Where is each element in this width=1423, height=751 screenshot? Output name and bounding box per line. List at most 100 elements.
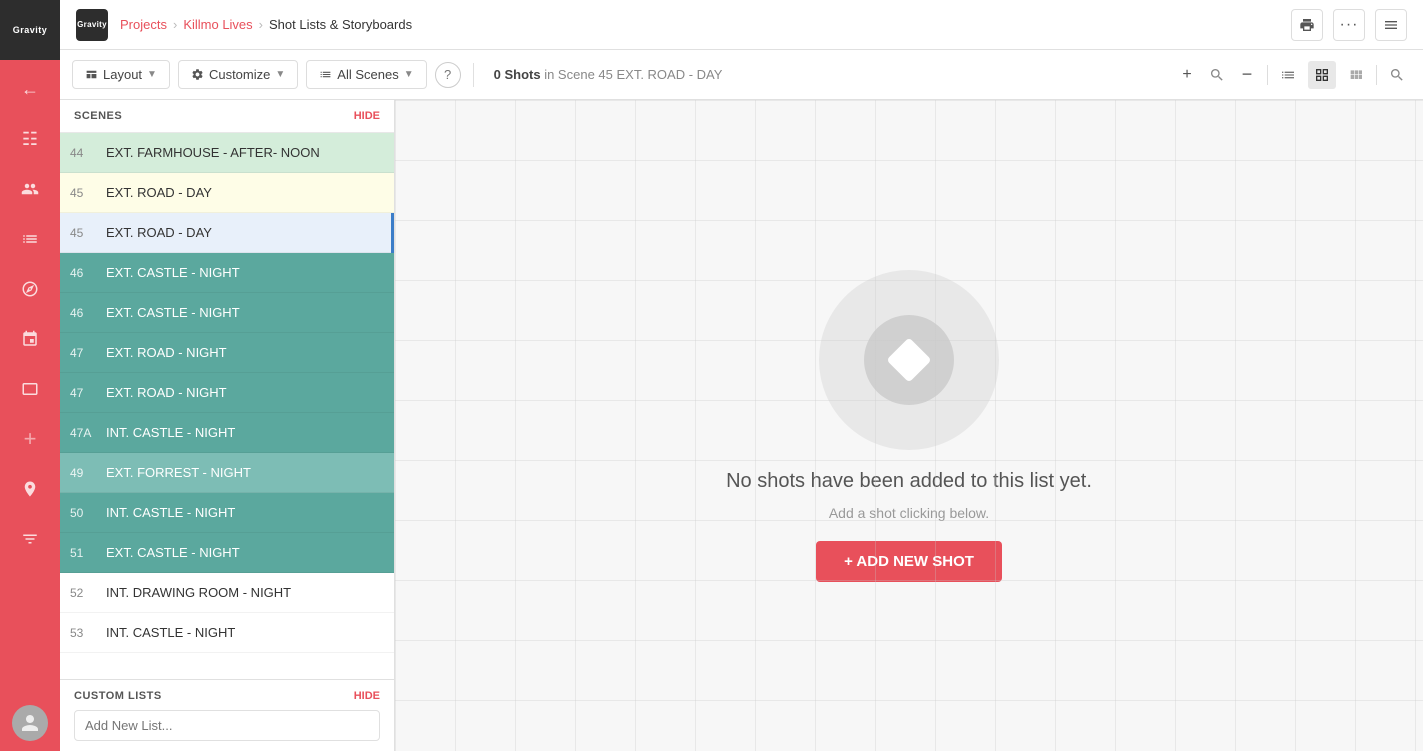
scenes-header: SCENES HIDE	[60, 100, 394, 133]
all-scenes-chevron: ▼	[404, 69, 414, 80]
scene-number: 45	[70, 186, 106, 200]
nav-users-icon[interactable]	[0, 164, 60, 214]
scene-item-wrapper: 47AINT. CASTLE - NIGHT	[60, 413, 394, 453]
nav-storyboard-icon[interactable]: ☷	[0, 114, 60, 164]
scene-list-item[interactable]: 47EXT. ROAD - NIGHT	[60, 333, 394, 373]
scene-number: 46	[70, 306, 106, 320]
toolbar-right-icons: + −	[1173, 61, 1411, 89]
scene-number: 49	[70, 466, 106, 480]
header-right: ···	[1291, 9, 1407, 41]
scenes-sidebar: SCENES HIDE 44EXT. FARMHOUSE - AFTER- NO…	[60, 100, 395, 751]
scene-number: 45	[70, 226, 106, 240]
breadcrumb-projects[interactable]: Projects	[120, 17, 167, 32]
custom-lists-header: CUSTOM LISTS HIDE	[74, 690, 380, 702]
scenes-title: SCENES	[74, 110, 122, 122]
scene-list-item[interactable]: 51EXT. CASTLE - NIGHT	[60, 533, 394, 573]
scene-label: EXT. ROAD - NIGHT	[106, 345, 227, 360]
icon-sidebar: Gravity ← ☷ +	[0, 0, 60, 751]
user-avatar[interactable]	[12, 705, 48, 741]
menu-button[interactable]	[1375, 9, 1407, 41]
scene-number: 53	[70, 626, 106, 640]
scene-item-wrapper: 46EXT. CASTLE - NIGHT	[60, 293, 394, 333]
custom-lists-section: CUSTOM LISTS HIDE	[60, 679, 394, 751]
add-shot-button[interactable]: + ADD NEW SHOT	[816, 541, 1002, 582]
all-scenes-button[interactable]: All Scenes ▼	[306, 60, 426, 89]
help-button[interactable]: ?	[435, 62, 461, 88]
scenes-hide-button[interactable]: HIDE	[354, 110, 380, 122]
scene-list-item[interactable]: 44EXT. FARMHOUSE - AFTER- NOON	[60, 133, 394, 173]
empty-state-subtitle: Add a shot clicking below.	[829, 505, 989, 521]
zoom-in-button[interactable]: +	[1173, 61, 1201, 89]
empty-state-icon	[819, 270, 999, 450]
nav-calendar-icon[interactable]	[0, 314, 60, 364]
breadcrumb: Projects › Killmo Lives › Shot Lists & S…	[120, 17, 412, 32]
scene-item-wrapper: 53INT. CASTLE - NIGHT	[60, 613, 394, 653]
scene-list-item[interactable]: 45EXT. ROAD - DAY	[60, 173, 394, 213]
custom-lists-title: CUSTOM LISTS	[74, 690, 162, 702]
scene-label: EXT. ROAD - DAY	[106, 185, 212, 200]
breadcrumb-current: Shot Lists & Storyboards	[269, 17, 412, 32]
scene-label: EXT. FORREST - NIGHT	[106, 465, 251, 480]
nav-window-icon[interactable]	[0, 364, 60, 414]
app-logo[interactable]: Gravity	[0, 0, 60, 60]
header-logo: Gravity	[76, 9, 108, 41]
nav-location-icon[interactable]	[0, 464, 60, 514]
toolbar-bar: Layout ▼ Customize ▼ All Scenes ▼ ? 0 Sh…	[60, 50, 1423, 100]
empty-state-title: No shots have been added to this list ye…	[726, 470, 1092, 493]
shot-count-info: 0 Shots in Scene 45 EXT. ROAD - DAY	[494, 67, 723, 82]
layout-chevron: ▼	[147, 69, 157, 80]
scene-label: EXT. ROAD - DAY	[106, 225, 212, 240]
scene-number: 46	[70, 266, 106, 280]
scene-label: EXT. CASTLE - NIGHT	[106, 305, 240, 320]
scene-item-wrapper: 47EXT. ROAD - NIGHT	[60, 333, 394, 373]
scene-item-wrapper: 46EXT. CASTLE - NIGHT	[60, 253, 394, 293]
active-border	[391, 213, 394, 253]
custom-lists-hide-button[interactable]: HIDE	[354, 690, 380, 702]
grid2-view-button[interactable]	[1308, 61, 1336, 89]
scene-label: INT. CASTLE - NIGHT	[106, 425, 235, 440]
scene-list-item[interactable]: 52INT. DRAWING ROOM - NIGHT	[60, 573, 394, 613]
scene-list-item[interactable]: 53INT. CASTLE - NIGHT	[60, 613, 394, 653]
scene-item-wrapper: 45EXT. ROAD - DAY	[60, 213, 394, 253]
scene-label: INT. CASTLE - NIGHT	[106, 625, 235, 640]
scene-item-wrapper: 47EXT. ROAD - NIGHT	[60, 373, 394, 413]
nav-filter-icon[interactable]	[0, 514, 60, 564]
toolbar-separator	[473, 63, 474, 87]
scene-list-item[interactable]: 47AINT. CASTLE - NIGHT	[60, 413, 394, 453]
empty-state: No shots have been added to this list ye…	[726, 270, 1092, 582]
scene-label: EXT. CASTLE - NIGHT	[106, 265, 240, 280]
layout-button[interactable]: Layout ▼	[72, 60, 170, 89]
scene-number: 47	[70, 386, 106, 400]
breadcrumb-sep-2: ›	[259, 17, 263, 32]
main-area: Gravity Projects › Killmo Lives › Shot L…	[60, 0, 1423, 751]
scene-list-item[interactable]: 47EXT. ROAD - NIGHT	[60, 373, 394, 413]
grid3-view-button[interactable]	[1342, 61, 1370, 89]
scene-list-item[interactable]: 49EXT. FORREST - NIGHT	[60, 453, 394, 493]
scene-item-wrapper: 49EXT. FORREST - NIGHT	[60, 453, 394, 493]
customize-button[interactable]: Customize ▼	[178, 60, 298, 89]
list-view-button[interactable]	[1274, 61, 1302, 89]
nav-list-icon[interactable]	[0, 214, 60, 264]
scene-list-item[interactable]: 45EXT. ROAD - DAY	[60, 213, 394, 253]
scene-list-item[interactable]: 46EXT. CASTLE - NIGHT	[60, 253, 394, 293]
add-list-input[interactable]	[74, 710, 380, 741]
nav-plus-icon[interactable]: +	[0, 414, 60, 464]
print-button[interactable]	[1291, 9, 1323, 41]
search-button[interactable]	[1383, 61, 1411, 89]
breadcrumb-project[interactable]: Killmo Lives	[183, 17, 252, 32]
nav-back-icon[interactable]: ←	[0, 64, 60, 114]
zoom-fit-button[interactable]	[1203, 61, 1231, 89]
content-area: SCENES HIDE 44EXT. FARMHOUSE - AFTER- NO…	[60, 100, 1423, 751]
scene-list-item[interactable]: 46EXT. CASTLE - NIGHT	[60, 293, 394, 333]
more-options-button[interactable]: ···	[1333, 9, 1365, 41]
scene-number: 47A	[70, 426, 106, 440]
scene-number: 50	[70, 506, 106, 520]
scene-list-item[interactable]: 50INT. CASTLE - NIGHT	[60, 493, 394, 533]
zoom-out-button[interactable]: −	[1233, 61, 1261, 89]
nav-compass-icon[interactable]	[0, 264, 60, 314]
scene-label: EXT. CASTLE - NIGHT	[106, 545, 240, 560]
scene-item-wrapper: 50INT. CASTLE - NIGHT	[60, 493, 394, 533]
scene-number: 52	[70, 586, 106, 600]
empty-state-icon-inner	[864, 315, 954, 405]
scene-number: 44	[70, 146, 106, 160]
